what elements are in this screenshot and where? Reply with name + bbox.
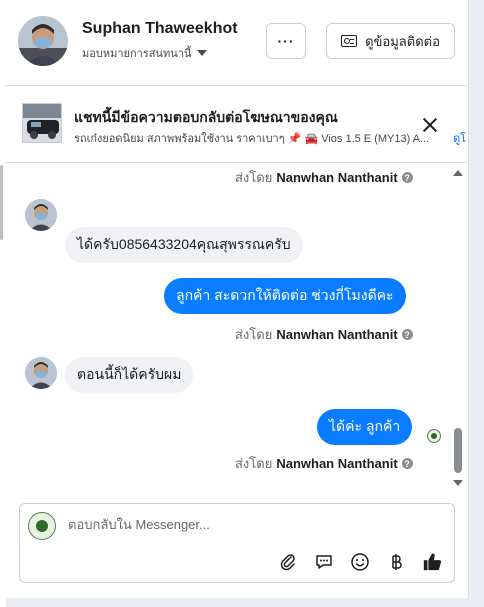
chat-bubble-icon[interactable] [314, 552, 334, 572]
reply-input[interactable] [68, 517, 368, 532]
contact-avatar-small[interactable] [25, 199, 57, 231]
smiley-icon[interactable] [350, 552, 370, 572]
page-avatar [28, 512, 56, 540]
ad-banner-subtitle: รถเก๋งยอดนิยม สภาพพร้อมใช้งาน ราคาเบาๆ 📌… [74, 129, 450, 147]
incoming-message[interactable]: ได้ครับ0856433204คุณสุพรรณครับ [65, 227, 303, 263]
view-contact-info-label: ดูข้อมูลติดต่อ [365, 33, 440, 49]
sent-by-label: ส่งโดย Nanwhan Nanthanit ? [235, 324, 413, 345]
more-options-button[interactable]: ··· [266, 23, 306, 59]
baht-icon[interactable] [386, 552, 406, 572]
scroll-up-arrow[interactable] [453, 170, 463, 176]
info-icon[interactable]: ? [401, 458, 413, 469]
conversation-header: Suphan Thaweekhot มอบหมายการสนทนานี้ ···… [6, 0, 469, 86]
thumbs-up-icon[interactable] [422, 552, 442, 572]
assign-conversation-dropdown[interactable]: มอบหมายการสนทนานี้ [82, 44, 208, 62]
sent-by-prefix: ส่งโดย [235, 327, 273, 342]
view-contact-info-button[interactable]: ดูข้อมูลติดต่อ [326, 23, 455, 59]
message-composer [19, 503, 455, 583]
ad-reply-banner: แชทนี้มีข้อความตอบกลับต่อโฆษณาของคุณ รถเ… [6, 87, 469, 163]
outgoing-message[interactable]: ลูกค้า สะดวกให้ติดต่อ ช่วงกี่โมงดีคะ [164, 278, 406, 314]
sent-by-name: Nanwhan Nanthanit [276, 456, 398, 471]
close-icon[interactable] [422, 117, 438, 133]
contact-card-icon [341, 35, 358, 47]
sent-by-name: Nanwhan Nanthanit [276, 327, 398, 342]
contact-name: Suphan Thaweekhot [82, 20, 238, 37]
ad-thumbnail[interactable] [22, 103, 62, 143]
left-scroll-indicator [0, 165, 3, 240]
caret-down-icon [197, 50, 208, 56]
info-icon[interactable]: ? [401, 172, 413, 183]
assign-label: มอบหมายการสนทนานี้ [82, 48, 192, 60]
sent-by-label: ส่งโดย Nanwhan Nanthanit ? [235, 453, 413, 474]
contact-avatar-small[interactable] [25, 357, 57, 389]
seen-receipt-avatar [427, 429, 441, 443]
contact-avatar[interactable] [18, 16, 68, 66]
scrollbar-thumb[interactable] [454, 428, 462, 473]
outgoing-message[interactable]: ได้ค่ะ ลูกค้า [317, 409, 413, 445]
ad-subtitle-text: รถเก๋งยอดนิยม สภาพพร้อมใช้งาน ราคาเบาๆ 📌… [74, 133, 430, 145]
ad-see-more-link[interactable]: ดูโ [453, 129, 466, 147]
incoming-message[interactable]: ตอนนี้ก็ได้ครับผม [65, 357, 194, 393]
sent-by-label: ส่งโดย Nanwhan Nanthanit ? [235, 167, 413, 188]
sent-by-name: Nanwhan Nanthanit [276, 170, 398, 185]
sent-by-prefix: ส่งโดย [235, 170, 273, 185]
paperclip-icon[interactable] [278, 552, 298, 572]
sent-by-prefix: ส่งโดย [235, 456, 273, 471]
scroll-down-arrow[interactable] [453, 480, 463, 486]
ad-banner-title: แชทนี้มีข้อความตอบกลับต่อโฆษณาของคุณ [74, 109, 338, 125]
conversation-panel: Suphan Thaweekhot มอบหมายการสนทนานี้ ···… [6, 0, 469, 598]
info-icon[interactable]: ? [401, 329, 413, 340]
